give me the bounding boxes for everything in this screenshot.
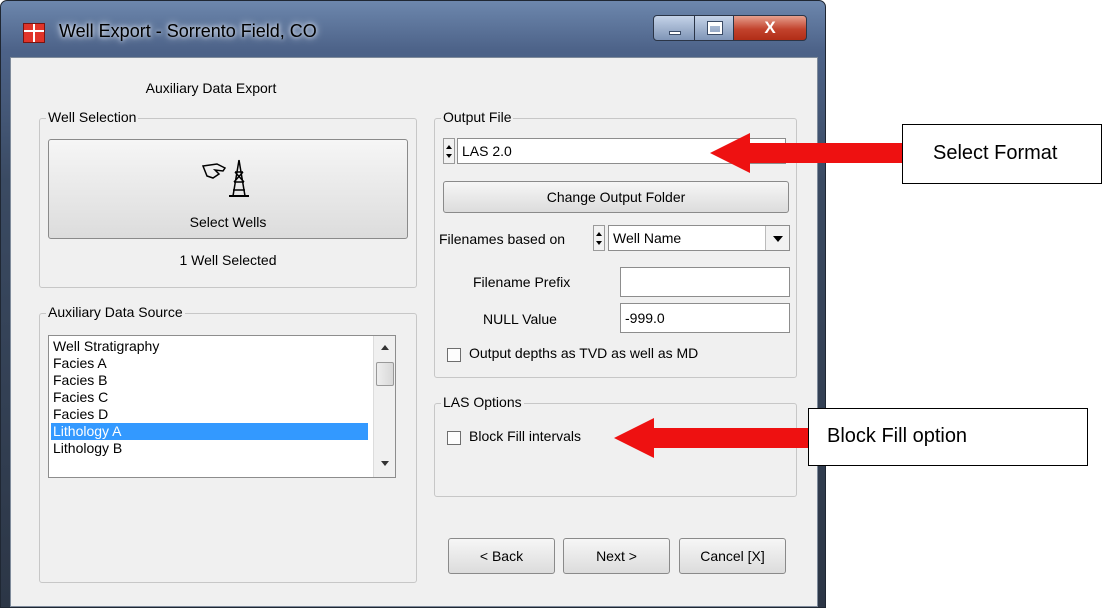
back-button[interactable]: < Back <box>448 538 555 574</box>
select-wells-button[interactable]: Select Wells <box>48 139 408 239</box>
las-options-legend: LAS Options <box>441 394 524 410</box>
spin-down-icon <box>446 154 452 158</box>
cancel-button[interactable]: Cancel [X] <box>679 538 786 574</box>
dialog-client-area: Auxiliary Data Export Well Selection Sel… <box>10 57 818 607</box>
null-value-field[interactable]: -999.0 <box>620 303 790 333</box>
block-fill-arrow-shaft <box>652 428 808 448</box>
change-output-folder-button[interactable]: Change Output Folder <box>443 181 789 213</box>
maximize-icon <box>707 21 723 35</box>
dialog-heading: Auxiliary Data Export <box>145 80 277 96</box>
scroll-thumb[interactable] <box>376 362 394 386</box>
maximize-button[interactable] <box>694 15 734 41</box>
tvd-checkbox-label[interactable]: Output depths as TVD as well as MD <box>469 345 698 361</box>
minimize-icon <box>669 31 681 35</box>
app-window: Well Export - Sorrento Field, CO X Auxil… <box>0 0 826 608</box>
wells-selected-status: 1 Well Selected <box>179 252 277 268</box>
filename-prefix-field[interactable] <box>620 267 790 297</box>
app-logo-icon <box>23 23 45 43</box>
scroll-down-icon[interactable] <box>381 461 389 466</box>
block-fill-checkbox[interactable] <box>447 431 461 445</box>
scroll-up-icon[interactable] <box>381 345 389 350</box>
select-format-callout-text: Select Format <box>933 142 1058 164</box>
chevron-down-icon <box>773 236 783 242</box>
block-fill-arrow-head <box>614 418 654 458</box>
filename-prefix-label: Filename Prefix <box>473 274 571 290</box>
block-fill-callout: Block Fill option <box>808 408 1088 466</box>
list-item[interactable]: Facies B <box>51 372 368 389</box>
well-selection-group: Well Selection Select Wells 1 Well Selec… <box>39 109 417 288</box>
window-title: Well Export - Sorrento Field, CO <box>59 21 317 41</box>
list-scrollbar[interactable] <box>373 336 395 477</box>
block-fill-label[interactable]: Block Fill intervals <box>469 428 581 444</box>
list-item[interactable]: Facies A <box>51 355 368 372</box>
null-value-label: NULL Value <box>483 311 557 327</box>
list-item[interactable]: Facies D <box>51 406 368 423</box>
filename-basis-value: Well Name <box>613 230 682 246</box>
list-item[interactable]: Well Stratigraphy <box>51 338 368 355</box>
close-button[interactable]: X <box>733 15 807 41</box>
minimize-button[interactable] <box>653 15 695 41</box>
filenames-based-on-label: Filenames based on <box>439 231 566 247</box>
block-fill-callout-text: Block Fill option <box>827 425 968 447</box>
spin-up-icon <box>446 145 452 149</box>
dropdown-button[interactable] <box>765 226 789 250</box>
tvd-checkbox[interactable] <box>447 348 461 362</box>
next-button[interactable]: Next > <box>563 538 670 574</box>
list-item[interactable]: Facies C <box>51 389 368 406</box>
select-format-arrow-shaft <box>748 143 902 163</box>
spin-up-icon <box>596 232 602 236</box>
title-bar[interactable]: Well Export - Sorrento Field, CO X <box>1 1 827 55</box>
hand-pointing-derrick-icon <box>201 159 249 197</box>
select-wells-label: Select Wells <box>189 214 267 230</box>
aux-data-source-legend: Auxiliary Data Source <box>46 304 185 320</box>
spin-down-icon <box>596 241 602 245</box>
well-selection-legend: Well Selection <box>46 109 139 125</box>
aux-data-source-list[interactable]: Well Stratigraphy Facies A Facies B Faci… <box>48 335 396 478</box>
select-format-arrow-head <box>710 133 750 173</box>
output-file-legend: Output File <box>441 109 514 125</box>
aux-data-source-group: Auxiliary Data Source Well Stratigraphy … <box>39 304 417 583</box>
select-format-callout: Select Format <box>902 124 1102 184</box>
format-spinner[interactable] <box>443 138 455 164</box>
list-item[interactable]: Lithology B <box>51 440 368 457</box>
close-icon: X <box>764 18 776 37</box>
filename-basis-select[interactable]: Well Name <box>608 225 790 251</box>
filename-basis-spinner[interactable] <box>593 225 605 251</box>
list-item-selected[interactable]: Lithology A <box>51 423 368 440</box>
